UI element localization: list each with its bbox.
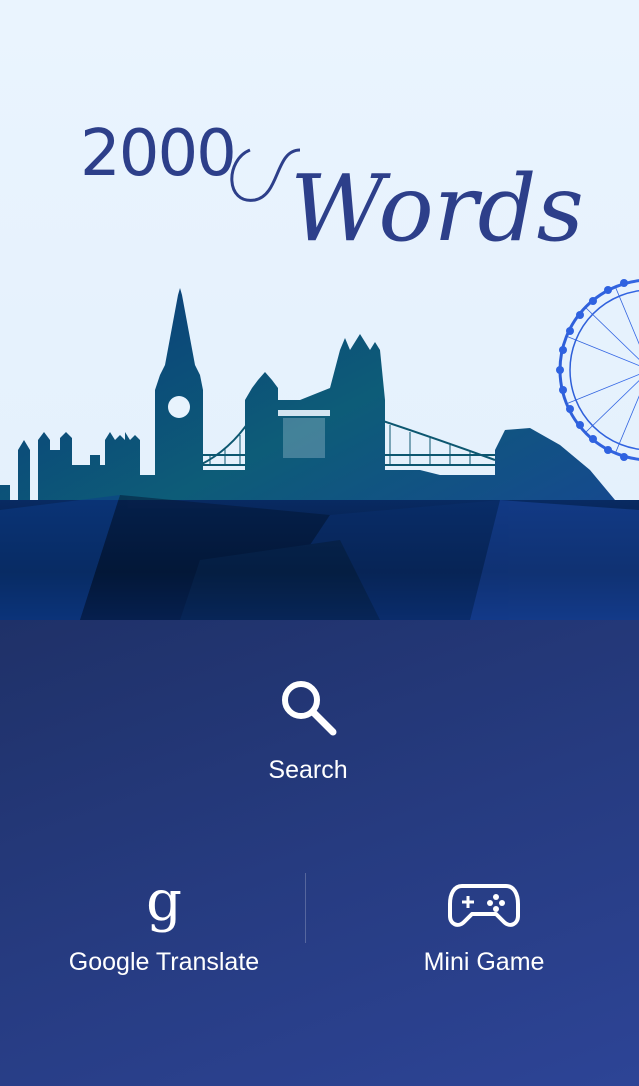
google-translate-label: Google Translate: [68, 948, 260, 976]
logo-script-text: Words: [290, 155, 584, 262]
london-eye: [556, 279, 639, 461]
logo-script: Words: [230, 148, 584, 262]
google-translate-button[interactable]: g Google Translate: [40, 872, 288, 977]
mini-game-label: Mini Game: [423, 948, 545, 976]
hero-banner: 2000 Words: [0, 0, 639, 620]
search-label: Search: [268, 756, 348, 784]
mini-game-button[interactable]: Mini Game: [380, 872, 588, 977]
search-button[interactable]: Search: [220, 676, 396, 785]
google-g-icon: g: [146, 869, 182, 934]
big-ben-clock: [168, 396, 190, 418]
gamepad-icon: [448, 884, 520, 927]
search-icon: [282, 681, 337, 736]
menu-divider: [305, 873, 306, 943]
london-skyline-illustration: [0, 279, 639, 620]
